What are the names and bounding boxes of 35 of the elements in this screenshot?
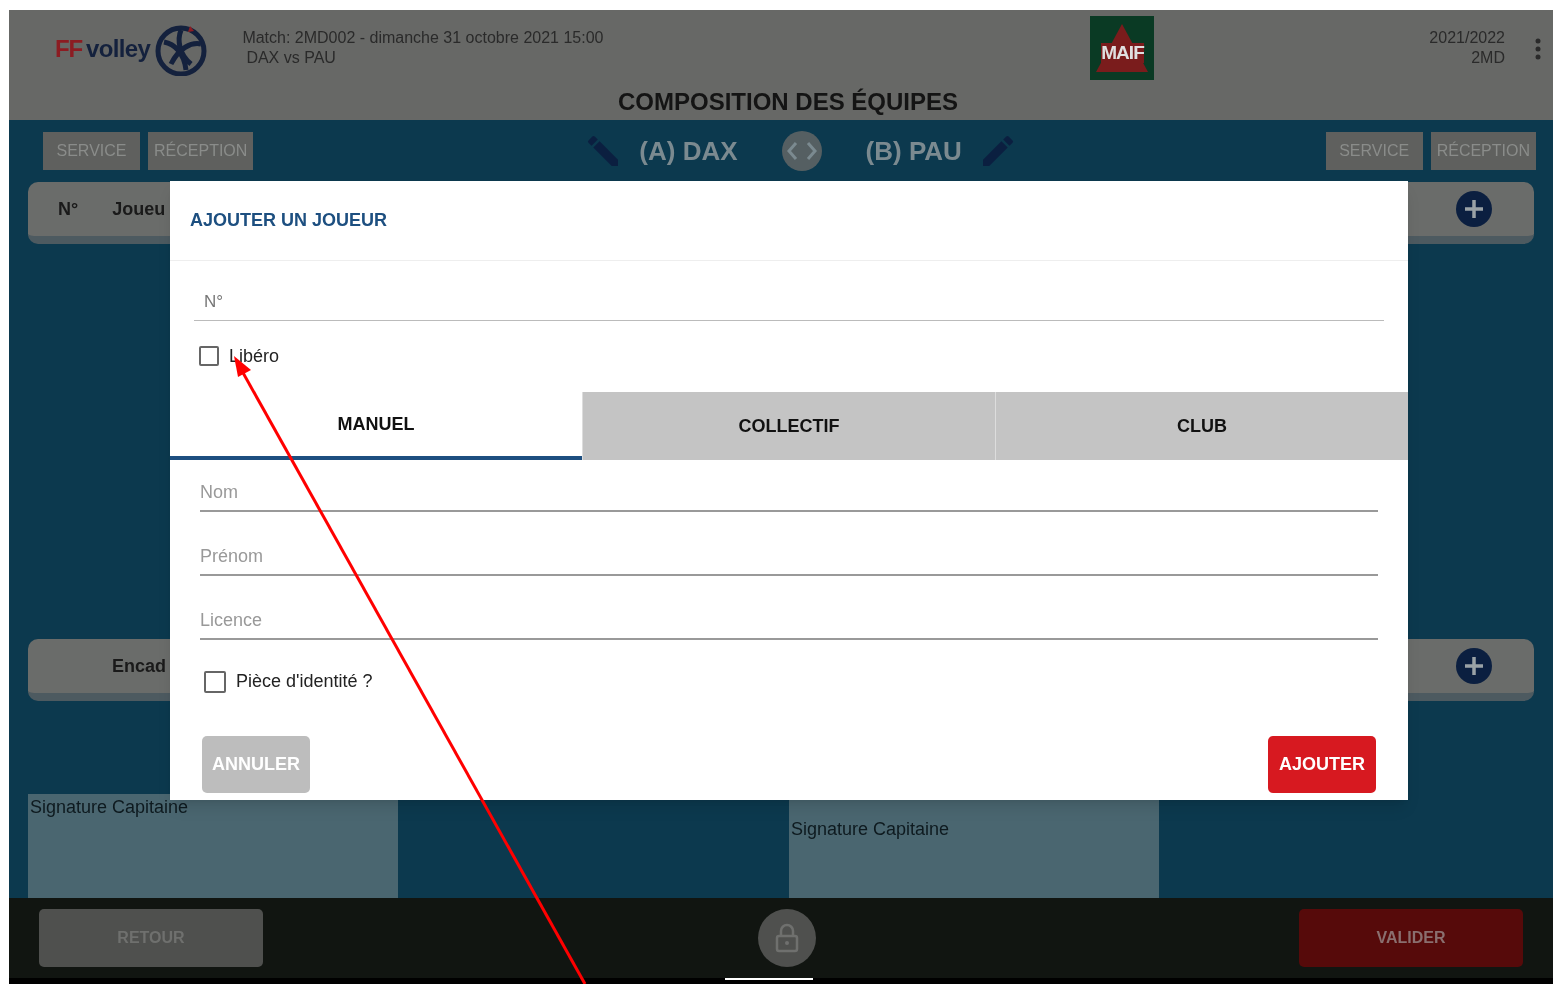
logo-prefix: FF [55, 34, 82, 64]
add-button[interactable]: AJOUTER [1268, 736, 1376, 793]
division-label: 2MD [1471, 48, 1505, 68]
validate-button[interactable]: VALIDER [1299, 909, 1523, 967]
column-header: N° [58, 197, 79, 221]
dialog-title: AJOUTER UN JOUEUR [190, 209, 388, 232]
swap-arrows-icon [784, 140, 819, 162]
add-icon[interactable] [1456, 191, 1492, 227]
more-menu-icon[interactable] [1535, 38, 1541, 60]
tab[interactable]: CLUB [995, 392, 1408, 460]
season-label: 2021/2022 [1429, 28, 1505, 48]
add-icon[interactable] [1456, 648, 1492, 684]
staff-label: Encad [112, 654, 167, 678]
lock-icon [775, 923, 799, 953]
logo-name: volley [85, 34, 151, 64]
checkbox[interactable] [204, 670, 226, 693]
libero-label: Libéro [229, 344, 280, 368]
text-field[interactable]: Prénom [200, 538, 1378, 576]
match-info: Match: 2MD002 - dimanche 31 octobre 2021 15:00 [242, 28, 604, 48]
swap-button[interactable] [781, 131, 822, 171]
text-field[interactable]: Nom [200, 474, 1378, 512]
number-field[interactable]: N° [194, 283, 1384, 321]
checkbox[interactable] [199, 346, 219, 366]
column-header: Joueu [112, 197, 166, 221]
id-check-label: Pièce d'identité ? [236, 670, 373, 693]
page-title: COMPOSITION DES ÉQUIPES [617, 87, 959, 117]
signature-label: Signature Capitaine [30, 797, 189, 817]
text-field[interactable]: Licence [200, 602, 1378, 640]
tab[interactable]: MANUEL [170, 392, 582, 460]
teams-info: DAX vs PAU [246, 48, 337, 68]
team-name: (A) DAX [639, 134, 738, 168]
signature-label: Signature Capitaine [791, 819, 950, 839]
tab[interactable]: COLLECTIF [582, 392, 995, 460]
sponsor-name: MAIF [1101, 43, 1144, 63]
team-name: (B) PAU [865, 134, 962, 168]
